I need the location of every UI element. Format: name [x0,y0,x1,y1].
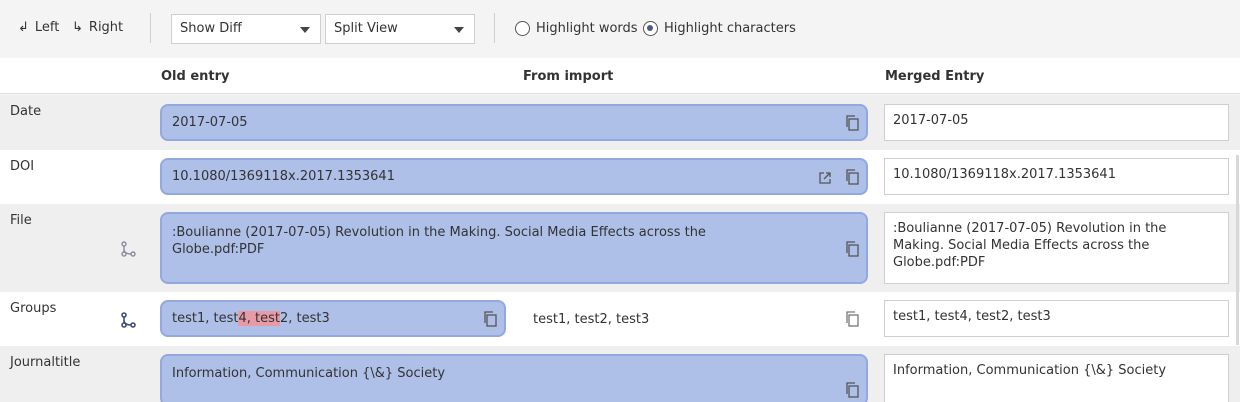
old-value-text: test1, test4, test2, test3 [172,311,330,326]
column-header-row: Old entry From import Merged Entry [0,58,1240,94]
old-value-text: Globe.pdf:PDF [172,242,265,257]
diff-unchanged: test1, test [172,311,239,326]
merged-value-text: Information, Communication {\&} Society [893,363,1167,378]
old-entry-value[interactable]: test1, test4, test2, test3 [160,300,506,337]
copy-icon[interactable] [845,169,859,185]
copy-icon[interactable] [845,382,859,398]
old-entry-value[interactable]: :Boulianne (2017-07-05) Revolution in th… [160,212,868,284]
copy-icon[interactable] [483,311,497,327]
old-entry-value[interactable]: Information, Communication {\&} Society [160,354,868,402]
merged-entry-field[interactable]: 2017-07-05 [884,104,1229,141]
toolbar-divider [494,13,495,43]
field-name: Groups [10,301,57,316]
merged-entry-field[interactable]: 10.1080/1369118x.2017.1353641 [884,158,1229,195]
merge-field-icon[interactable] [120,241,136,257]
field-row-date: Date 2017-07-05 2017-07-05 [0,95,1240,150]
open-external-link-icon[interactable] [818,171,832,185]
field-name: Journaltitle [10,355,81,370]
view-mode-value: Split View [334,21,398,36]
merged-entry-field[interactable]: Information, Communication {\&} Society [884,354,1229,402]
merged-value-text: Globe.pdf:PDF [893,255,986,270]
radio-unchecked-icon [515,21,530,36]
merged-value-text: Making. Social Media Effects across the [893,238,1150,253]
diff-mode-select[interactable]: Show Diff [171,14,321,44]
highlight-characters-radio[interactable]: Highlight characters [643,21,796,36]
copy-icon[interactable] [845,115,859,131]
merge-toolbar: ↲ Left ↳ Right Show Diff Split View High… [0,0,1240,58]
copy-icon[interactable] [845,311,859,327]
field-row-file: File :Boulianne (2017-07-05) Revolution … [0,204,1240,292]
dropdown-caret-icon [454,27,464,33]
copy-icon[interactable] [845,241,859,257]
old-value-text: :Boulianne (2017-07-05) Revolution in th… [172,225,706,240]
merge-field-icon[interactable] [120,312,136,328]
highlight-words-label: Highlight words [536,21,638,36]
merged-value-text: test1, test4, test2, test3 [893,309,1051,324]
old-value-text: 10.1080/1369118x.2017.1353641 [172,169,395,184]
take-right-label: Right [88,20,124,35]
column-merged-entry: Merged Entry [885,69,985,84]
highlight-words-radio[interactable]: Highlight words [515,21,638,36]
field-row-doi: DOI 10.1080/1369118x.2017.1353641 10.108… [0,150,1240,204]
merged-value-text: 2017-07-05 [893,113,969,128]
old-entry-value[interactable]: 10.1080/1369118x.2017.1353641 [160,158,868,195]
return-right-icon: ↳ [72,20,83,35]
take-left-button[interactable]: ↲ Left [18,20,59,35]
field-row-journaltitle: Journaltitle Information, Communication … [0,346,1240,402]
field-name: DOI [10,159,35,174]
column-from-import: From import [523,69,614,84]
field-row-groups: Groups test1, test4, test2, test3 test1,… [0,292,1240,346]
take-right-button[interactable]: ↳ Right [72,20,123,35]
diff-mode-value: Show Diff [180,21,242,36]
merged-value-text: :Boulianne (2017-07-05) Revolution in th… [893,221,1167,236]
merged-entry-field[interactable]: test1, test4, test2, test3 [884,300,1229,337]
import-value-text: test1, test2, test3 [533,312,650,327]
take-left-label: Left [34,20,60,35]
old-value-text: Information, Communication {\&} Society [172,366,446,381]
diff-added-highlight: 4, test [238,311,280,326]
dropdown-caret-icon [300,27,310,33]
field-name: File [10,213,32,228]
return-left-icon: ↲ [18,20,29,35]
toolbar-divider [150,13,151,43]
merged-entry-field[interactable]: :Boulianne (2017-07-05) Revolution in th… [884,212,1229,284]
merged-value-text: 10.1080/1369118x.2017.1353641 [893,167,1116,182]
field-name: Date [10,104,42,119]
old-value-text: 2017-07-05 [172,115,248,130]
diff-unchanged: 2, test3 [279,311,330,326]
highlight-characters-label: Highlight characters [664,21,796,36]
radio-checked-icon [643,21,658,36]
column-old-entry: Old entry [161,69,230,84]
old-entry-value[interactable]: 2017-07-05 [160,104,868,141]
vertical-scrollbar[interactable] [1236,155,1239,345]
view-mode-select[interactable]: Split View [325,14,475,44]
